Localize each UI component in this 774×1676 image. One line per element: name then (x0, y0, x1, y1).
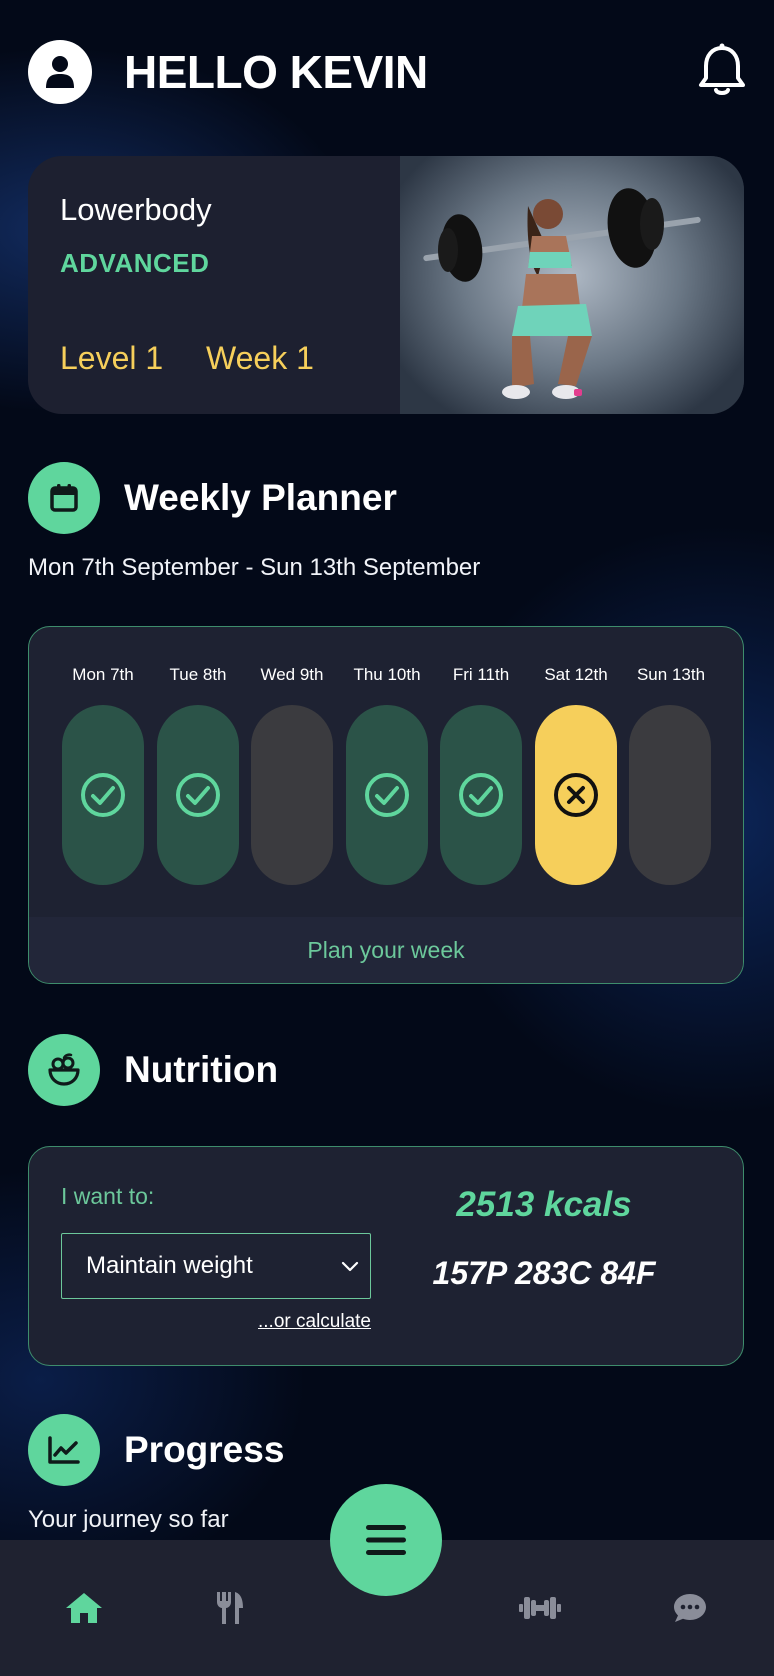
menu-icon (366, 1525, 406, 1555)
chevron-down-icon (341, 1261, 359, 1272)
goal-select-value: Maintain weight (86, 1252, 253, 1279)
progress-subtitle: Your journey so far (28, 1506, 229, 1533)
day-label: Mon 7th (72, 665, 134, 684)
nav-home[interactable] (60, 1586, 108, 1630)
check-circle-icon (365, 773, 409, 817)
nav-workouts[interactable] (516, 1586, 564, 1630)
home-icon (66, 1593, 102, 1623)
program-difficulty: ADVANCED (60, 248, 210, 278)
calendar-icon (50, 484, 78, 512)
nutrition-section-icon (28, 1034, 100, 1106)
goal-select[interactable]: Maintain weight (61, 1233, 371, 1299)
planner-section-icon (28, 462, 100, 534)
plan-your-week-button[interactable]: Plan your week (29, 917, 743, 983)
notifications-button[interactable] (696, 42, 748, 98)
salad-bowl-icon (48, 1053, 80, 1086)
macros-value: 157P 283C 84F (432, 1255, 656, 1291)
user-icon (46, 56, 74, 88)
utensils-icon (217, 1592, 243, 1624)
day-label: Wed 9th (260, 665, 324, 684)
planner-date-range: Mon 7th September - Sun 13th September (28, 554, 481, 581)
program-week: Week 1 (206, 340, 314, 376)
greeting-title: HELLO KEVIN (124, 46, 428, 98)
check-circle-icon (176, 773, 220, 817)
day-pill-mon[interactable] (62, 705, 144, 885)
program-card[interactable]: Lowerbody ADVANCED Level 1 Week 1 (28, 156, 744, 414)
day-pill-thu[interactable] (346, 705, 428, 885)
goal-label: I want to: (61, 1183, 155, 1209)
profile-avatar[interactable] (28, 40, 92, 104)
day-pill-wed[interactable] (251, 705, 333, 885)
program-level: Level 1 (60, 340, 164, 376)
check-circle-icon (459, 773, 503, 817)
nutrition-title: Nutrition (124, 1049, 279, 1090)
chat-icon (674, 1594, 706, 1622)
nutrition-card: I want to: Maintain weight ...or calcula… (28, 1146, 744, 1366)
day-pill-sat[interactable] (535, 705, 617, 885)
x-circle-icon (554, 773, 598, 817)
day-pill-fri[interactable] (440, 705, 522, 885)
calculate-link[interactable]: ...or calculate (61, 1311, 371, 1333)
program-name: Lowerbody (60, 192, 212, 227)
planner-title: Weekly Planner (124, 477, 397, 518)
weekly-planner-card: Mon 7th Tue 8th Wed 9th Thu 10th Fri 11t… (28, 626, 744, 984)
day-pill-tue[interactable] (157, 705, 239, 885)
day-label: Fri 11th (452, 665, 510, 684)
progress-section-icon (28, 1414, 100, 1486)
day-label: Thu 10th (353, 665, 421, 684)
dumbbell-icon (519, 1597, 561, 1619)
program-image (400, 156, 744, 414)
day-label: Tue 8th (169, 665, 227, 684)
kcals-value: 2513 kcals (456, 1185, 632, 1224)
day-label: Sun 13th (636, 665, 706, 684)
day-pill-sun[interactable] (629, 705, 711, 885)
barbell-squat-photo (423, 188, 701, 399)
nav-nutrition[interactable] (206, 1586, 254, 1630)
chart-line-icon (48, 1436, 80, 1464)
check-circle-icon (81, 773, 125, 817)
menu-fab-button[interactable] (330, 1484, 442, 1596)
bell-icon (699, 43, 745, 95)
nav-chat[interactable] (666, 1586, 714, 1630)
day-label: Sat 12th (544, 665, 608, 684)
progress-title: Progress (124, 1429, 285, 1470)
